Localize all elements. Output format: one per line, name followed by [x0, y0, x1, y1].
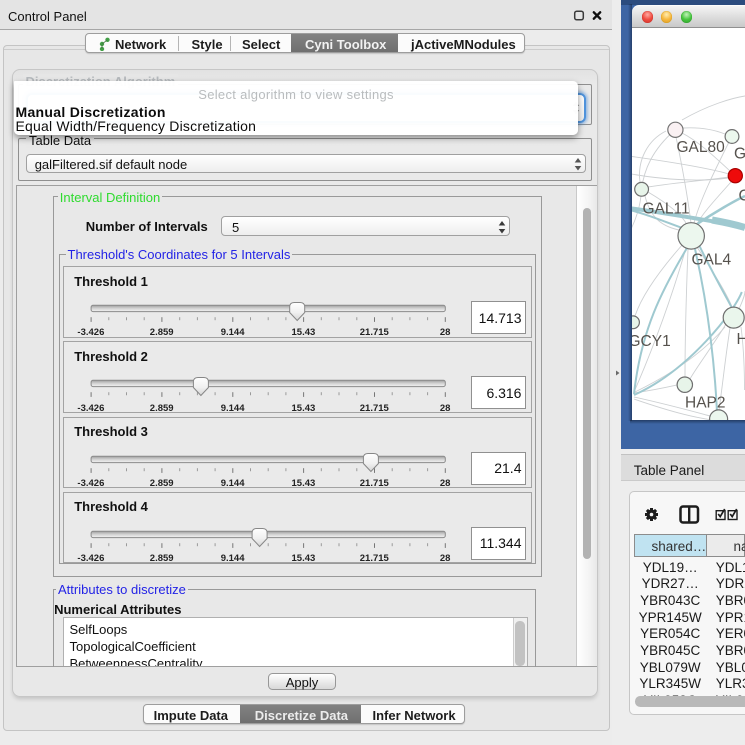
- svg-text:C: C: [739, 188, 745, 205]
- svg-text:GCY1: GCY1: [632, 333, 671, 350]
- svg-text:HAP2: HAP2: [685, 395, 726, 412]
- svg-text:H: H: [737, 331, 745, 348]
- svg-text:GA: GA: [734, 146, 745, 163]
- svg-text:GAL80: GAL80: [677, 139, 726, 156]
- svg-text:GAL4: GAL4: [692, 252, 732, 269]
- svg-text:GAL11: GAL11: [643, 201, 690, 218]
